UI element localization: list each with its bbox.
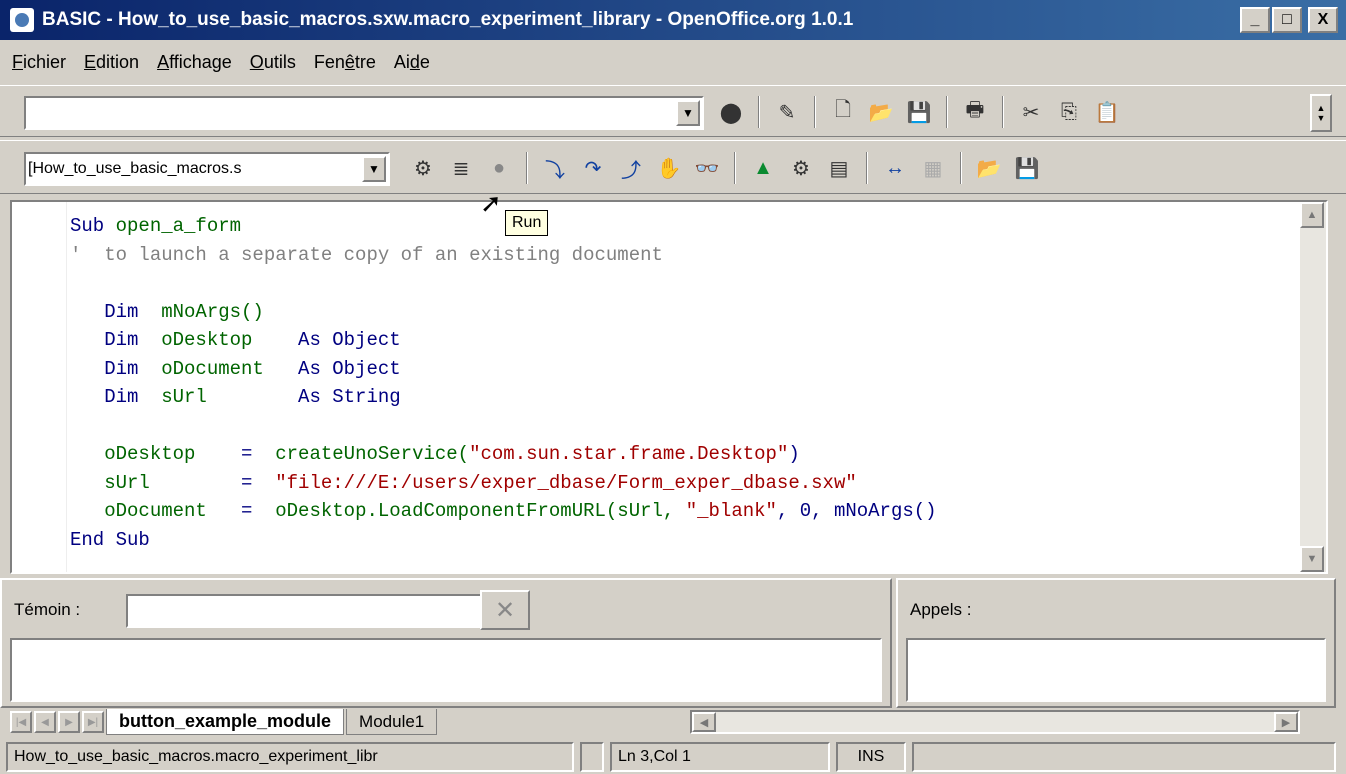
save-icon[interactable]: 💾: [903, 96, 935, 128]
code-line-1: Sub open_a_form: [70, 215, 242, 237]
openoffice-app-icon[interactable]: [10, 8, 34, 32]
object-catalog-icon[interactable]: ▲: [747, 152, 779, 184]
edit-file-icon[interactable]: ✎: [771, 96, 803, 128]
run-tooltip: Run: [505, 210, 549, 236]
open-folder-icon[interactable]: 📂: [865, 96, 897, 128]
compile-icon[interactable]: ⚙: [407, 152, 439, 184]
mouse-pointer-icon: ➚: [480, 188, 502, 218]
breakpoint-margin[interactable]: [12, 202, 67, 572]
insert-source-icon[interactable]: 📂: [973, 152, 1005, 184]
add-watch-icon[interactable]: 👓: [691, 152, 723, 184]
menu-fichier[interactable]: Fichier: [12, 52, 66, 73]
code-line-5: Dim oDesktop As Object: [70, 329, 401, 351]
stop-loading-icon[interactable]: ⬤: [715, 96, 747, 128]
status-empty-field: [912, 742, 1336, 772]
breakpoint-hand-icon[interactable]: ✋: [653, 152, 685, 184]
macros-icon[interactable]: ⚙: [785, 152, 817, 184]
modules-icon[interactable]: ▤: [823, 152, 855, 184]
status-insert-mode[interactable]: INS: [836, 742, 906, 772]
scroll-left-icon[interactable]: ◀: [692, 712, 716, 732]
code-line-7: Dim sUrl As String: [70, 386, 401, 408]
remove-watch-icon[interactable]: ✕: [480, 590, 530, 630]
prev-tab-icon[interactable]: ◀: [34, 711, 56, 733]
find-parentheses-icon[interactable]: ↔: [879, 152, 911, 184]
calls-list[interactable]: [906, 638, 1326, 702]
watch-input[interactable]: [126, 594, 482, 628]
save-source-icon[interactable]: 💾: [1011, 152, 1043, 184]
last-tab-icon[interactable]: ▶|: [82, 711, 104, 733]
copy-icon[interactable]: ⎘: [1053, 96, 1085, 128]
code-line-11: oDocument = oDesktop.LoadComponentFromUR…: [70, 500, 937, 522]
new-document-icon[interactable]: 🗋: [827, 96, 859, 128]
library-combo-value: [How_to_use_basic_macros.s: [28, 160, 242, 177]
step-over-icon[interactable]: ↷: [577, 152, 609, 184]
chevron-down-icon[interactable]: ▼: [362, 156, 386, 182]
status-module-path: How_to_use_basic_macros.macro_experiment…: [6, 742, 574, 772]
close-button[interactable]: X: [1308, 7, 1338, 33]
menu-bar: Fichier Edition Affichage Outils Fenêtre…: [0, 42, 1346, 82]
step-into-icon[interactable]: ⤵: [539, 152, 571, 184]
menu-aide[interactable]: Aide: [394, 52, 430, 73]
menu-fenetre[interactable]: Fenêtre: [314, 52, 376, 73]
calls-label: Appels :: [910, 600, 972, 619]
code-line-4: Dim mNoArgs(): [70, 300, 264, 323]
title-bar: BASIC - How_to_use_basic_macros.sxw.macr…: [0, 0, 1346, 40]
calls-pane: Appels :: [896, 578, 1336, 708]
next-tab-icon[interactable]: ▶: [58, 711, 80, 733]
menu-affichage[interactable]: Affichage: [157, 52, 232, 73]
url-combo[interactable]: ▼: [24, 96, 704, 130]
first-tab-icon[interactable]: |◀: [10, 711, 32, 733]
stop-icon[interactable]: ●: [483, 152, 515, 184]
code-editor[interactable]: Sub open_a_form ' to launch a separate c…: [10, 200, 1328, 574]
code-line-9: oDesktop = createUnoService("com.sun.sta…: [70, 443, 800, 465]
status-modified-indicator: [580, 742, 604, 772]
paste-icon[interactable]: 📋: [1091, 96, 1123, 128]
watch-list[interactable]: [10, 638, 882, 702]
cut-icon[interactable]: ✂: [1015, 96, 1047, 128]
chevron-down-icon[interactable]: ▼: [676, 100, 700, 126]
watch-pane: Témoin : ✕: [0, 578, 892, 708]
scroll-down-icon[interactable]: ▼: [1300, 546, 1324, 572]
window-title: BASIC - How_to_use_basic_macros.sxw.macr…: [42, 9, 854, 30]
code-line-2: ' to launch a separate copy of an existi…: [70, 243, 663, 266]
editor-horizontal-scrollbar[interactable]: ◀ ▶: [690, 710, 1300, 734]
code-text[interactable]: Sub open_a_form ' to launch a separate c…: [70, 212, 937, 554]
watch-label: Témoin :: [14, 600, 81, 619]
code-line-6: Dim oDocument As Object: [70, 357, 401, 380]
status-cursor-position: Ln 3,Col 1: [610, 742, 830, 772]
run-icon[interactable]: ≣: [445, 152, 477, 184]
library-combo[interactable]: [How_to_use_basic_macros.s ▼: [24, 152, 390, 186]
code-line-12: End Sub: [70, 528, 150, 551]
macro-toolbar: [How_to_use_basic_macros.s ▼ ⚙ ≣ ● ⤵ ↷ ⤴…: [0, 140, 1346, 194]
menu-outils[interactable]: Outils: [250, 52, 296, 73]
scroll-up-icon[interactable]: ▲: [1300, 202, 1324, 228]
toolbar-overflow-icon[interactable]: ▲ ▼: [1310, 94, 1332, 132]
maximize-button[interactable]: □: [1272, 7, 1302, 33]
minimize-button[interactable]: _: [1240, 7, 1270, 33]
step-out-icon[interactable]: ⤴: [615, 152, 647, 184]
menu-edition[interactable]: Edition: [84, 52, 139, 73]
editor-vertical-scrollbar[interactable]: ▲ ▼: [1300, 202, 1326, 572]
function-toolbar: ▼ ⬤ ✎ 🗋 📂 💾 🖶 ✂ ⎘ 📋 ▲ ▼: [0, 85, 1346, 137]
tab-button-example-module[interactable]: button_example_module: [106, 709, 345, 735]
insert-controls-icon[interactable]: ▦: [917, 152, 949, 184]
scroll-right-icon[interactable]: ▶: [1274, 712, 1298, 732]
print-icon[interactable]: 🖶: [959, 96, 991, 128]
tab-module1[interactable]: Module1: [346, 709, 438, 735]
code-line-10: sUrl = "file:///E:/users/exper_dbase/For…: [70, 471, 857, 494]
status-bar: How_to_use_basic_macros.macro_experiment…: [0, 740, 1346, 774]
